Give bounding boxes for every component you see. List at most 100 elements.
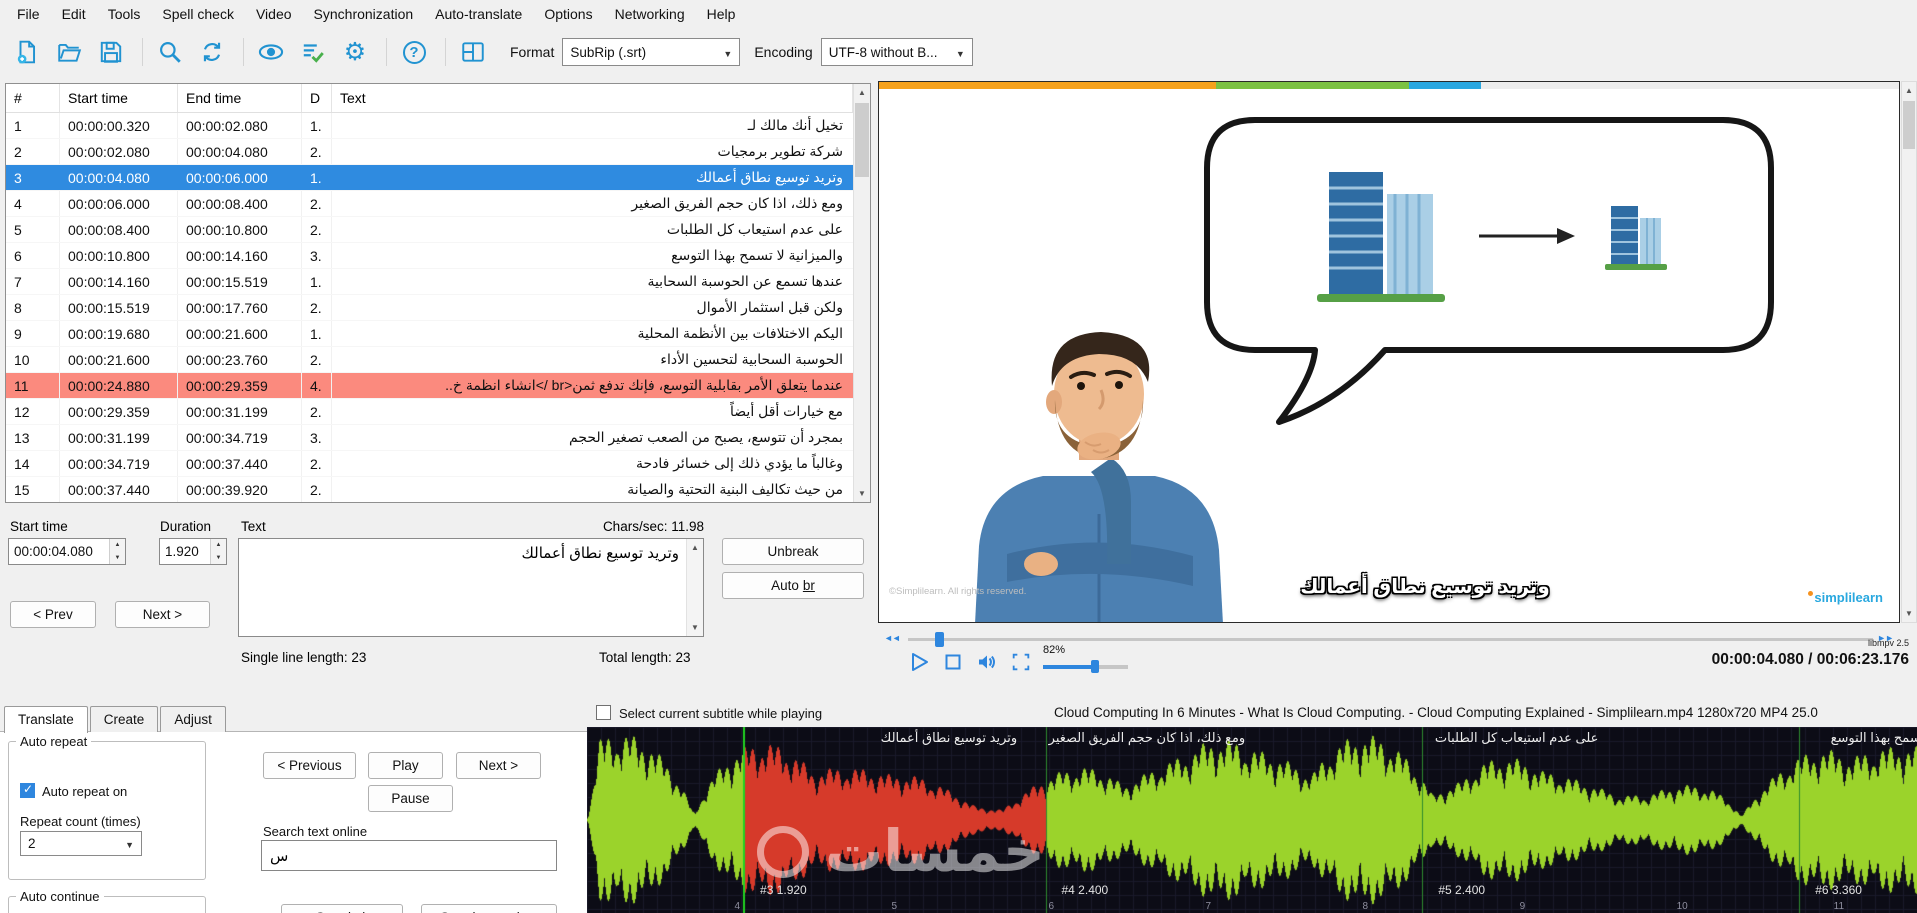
select-current-subtitle-checkbox[interactable] [596, 705, 611, 720]
table-row[interactable]: 8 00:00:15.519 00:00:17.760 2. ولكن قبل استث… [6, 295, 853, 321]
find-button[interactable] [151, 33, 189, 71]
duration-spinner[interactable]: 1.920 [159, 538, 227, 565]
format-select[interactable]: SubRip (.srt) [562, 38, 741, 66]
tab-translate[interactable]: Translate [4, 706, 88, 733]
subtitle-text-editor[interactable]: وتريد توسيع نطاق أعمالك [239, 539, 687, 636]
volume-thumb[interactable] [1091, 660, 1099, 673]
table-row[interactable]: 9 00:00:19.680 00:00:21.600 1. اليكم الاختلا… [6, 321, 853, 347]
mute-button[interactable] [976, 651, 998, 676]
video-scrollbar[interactable] [1901, 81, 1917, 623]
menu-item-auto-translate[interactable]: Auto-translate [424, 1, 533, 27]
help-button[interactable] [395, 33, 433, 71]
table-row[interactable]: 11 00:00:24.880 00:00:29.359 4. عندما يتعلق … [6, 373, 853, 399]
tab-create[interactable]: Create [89, 706, 159, 732]
menu-item-spell-check[interactable]: Spell check [151, 1, 245, 27]
scroll-up-icon[interactable] [854, 84, 870, 101]
menu-item-edit[interactable]: Edit [51, 1, 97, 27]
table-row[interactable]: 10 00:00:21.600 00:00:23.760 2. الحوسبة السح… [6, 347, 853, 373]
fullscreen-button[interactable] [1010, 651, 1032, 676]
new-file-button[interactable] [8, 33, 46, 71]
cell-index: 8 [6, 295, 60, 320]
google-it-button[interactable]: Google it [281, 904, 403, 913]
play-button[interactable] [908, 651, 930, 676]
auto-repeat-checkbox[interactable] [20, 782, 35, 798]
play-subtitle-button[interactable]: Play [368, 752, 443, 779]
menu-item-networking[interactable]: Networking [604, 1, 696, 27]
spin-up-icon[interactable] [110, 539, 125, 552]
previous-button[interactable]: < Previous [263, 752, 356, 779]
waveform-panel[interactable]: خمسات #3 1.920 وتريد توسيع نطاق أعمالك #4 … [587, 727, 1917, 913]
scrollbar-thumb[interactable] [855, 103, 869, 177]
header-index[interactable]: # [6, 84, 60, 112]
seek-thumb[interactable] [935, 632, 944, 647]
header-text[interactable]: Text [332, 84, 853, 112]
table-row[interactable]: 14 00:00:34.719 00:00:37.440 2. وغالباً ما ي… [6, 451, 853, 477]
header-duration[interactable]: D [302, 84, 332, 112]
search-text-input[interactable] [261, 840, 557, 871]
replace-button[interactable] [193, 33, 231, 71]
repeat-count-select[interactable]: 2 [20, 831, 142, 856]
save-button[interactable] [92, 33, 130, 71]
spin-down-icon[interactable] [110, 551, 125, 564]
start-time-spinner[interactable]: 00:00:04.080 [8, 538, 126, 565]
pause-button[interactable]: Pause [368, 785, 453, 812]
table-row[interactable]: 6 00:00:10.800 00:00:14.160 3. والميزانية لا… [6, 243, 853, 269]
google-translate-button[interactable]: Google translate [421, 904, 557, 913]
scroll-down-icon[interactable] [854, 485, 870, 502]
cell-text: تخيل أنك مالك لـ [747, 117, 843, 133]
menu-item-tools[interactable]: Tools [97, 1, 152, 27]
list-scrollbar[interactable] [853, 84, 870, 502]
menu-item-file[interactable]: File [6, 1, 51, 27]
menu-item-help[interactable]: Help [696, 1, 747, 27]
spinner-arrows[interactable] [210, 539, 226, 564]
auto-br-button[interactable]: Auto br [722, 572, 864, 599]
spin-up-icon[interactable] [211, 539, 226, 552]
seek-back-icon[interactable] [884, 633, 900, 643]
table-row[interactable]: 5 00:00:08.400 00:00:10.800 2. على عدم استيع… [6, 217, 853, 243]
layout-button[interactable] [454, 33, 492, 71]
scroll-up-icon[interactable] [687, 539, 703, 556]
scroll-down-icon[interactable] [1902, 605, 1916, 622]
menu-item-synchronization[interactable]: Synchronization [303, 1, 425, 27]
header-end-time[interactable]: End time [178, 84, 302, 112]
list-body: 1 00:00:00.320 00:00:02.080 1. تخيل أنك مالك… [6, 113, 853, 502]
unbreak-button[interactable]: Unbreak [722, 538, 864, 565]
settings-button[interactable]: ⚙ [336, 33, 374, 71]
prev-subtitle-button[interactable]: < Prev [10, 601, 96, 628]
speech-bubble-graphic [1204, 117, 1774, 425]
encoding-label: Encoding [754, 44, 813, 60]
spin-down-icon[interactable] [211, 551, 226, 564]
next-button[interactable]: Next > [456, 752, 541, 779]
table-row[interactable]: 3 00:00:04.080 00:00:06.000 1. وتريد توسيع ن… [6, 165, 853, 191]
table-row[interactable]: 1 00:00:00.320 00:00:02.080 1. تخيل أنك مالك… [6, 113, 853, 139]
encoding-select[interactable]: UTF-8 without B... [820, 38, 973, 66]
table-row[interactable]: 13 00:00:31.199 00:00:34.719 3. بمجرد أن تتو… [6, 425, 853, 451]
cell-text: عندما يتعلق الأمر بقابلية التوسع، فإنك ت… [445, 377, 843, 393]
table-row[interactable]: 12 00:00:29.359 00:00:31.199 2. مع خيارات أق… [6, 399, 853, 425]
menu-item-video[interactable]: Video [245, 1, 303, 27]
table-row[interactable]: 15 00:00:37.440 00:00:39.920 2. من حيث تكالي… [6, 477, 853, 502]
spinner-arrows[interactable] [109, 539, 125, 564]
volume-slider[interactable] [1043, 665, 1128, 669]
scrollbar-thumb[interactable] [1903, 101, 1915, 149]
open-file-button[interactable] [50, 33, 88, 71]
video-player[interactable]: وتريد توسيع نطاق أعمالك ©Simplilearn. Al… [878, 81, 1900, 623]
waveform-time-tick: 4 [734, 901, 741, 912]
scroll-down-icon[interactable] [687, 619, 703, 636]
table-row[interactable]: 2 00:00:02.080 00:00:04.080 2. شركة تطوير بر… [6, 139, 853, 165]
table-row[interactable]: 4 00:00:06.000 00:00:08.400 2. ومع ذلك، اذا … [6, 191, 853, 217]
video-top-strip [879, 82, 1899, 89]
tab-adjust[interactable]: Adjust [160, 706, 226, 732]
cell-index: 5 [6, 217, 60, 242]
spell-check-icon [300, 39, 326, 65]
stop-button[interactable] [942, 651, 964, 676]
table-row[interactable]: 7 00:00:14.160 00:00:15.519 1. عندها تسمع عن… [6, 269, 853, 295]
menu-item-options[interactable]: Options [533, 1, 603, 27]
seek-bar[interactable] [908, 638, 1873, 641]
next-subtitle-button[interactable]: Next > [115, 601, 210, 628]
spell-check-button[interactable] [294, 33, 332, 71]
scroll-up-icon[interactable] [1902, 82, 1916, 99]
textarea-scrollbar[interactable] [686, 539, 703, 636]
visual-sync-button[interactable] [252, 33, 290, 71]
header-start-time[interactable]: Start time [60, 84, 178, 112]
